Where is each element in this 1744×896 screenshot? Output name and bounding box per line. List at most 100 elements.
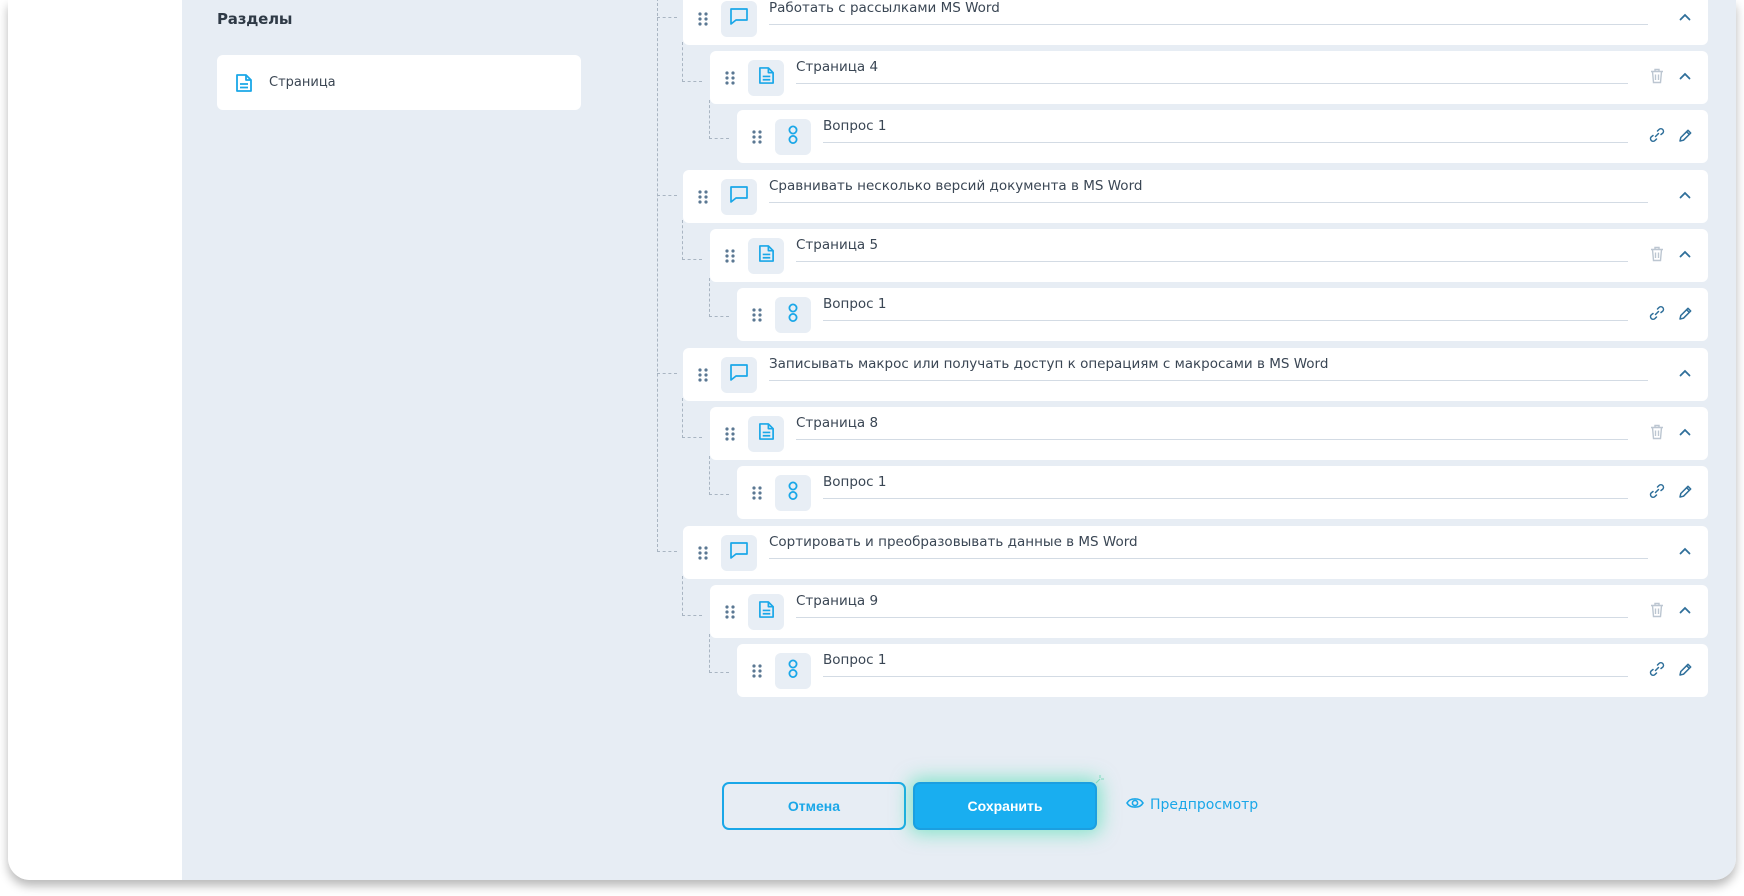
question-row[interactable]: Вопрос 1 <box>737 466 1708 519</box>
pencil-icon[interactable] <box>1676 660 1694 678</box>
question-title[interactable]: Вопрос 1 <box>823 295 1628 321</box>
row-actions <box>1648 304 1694 322</box>
question-type-badge <box>775 118 811 155</box>
cancel-button[interactable]: Отмена <box>722 782 906 830</box>
document-icon <box>758 422 775 445</box>
topic-title[interactable]: Сортировать и преобразовывать данные в M… <box>769 533 1648 559</box>
drag-handle-icon[interactable] <box>749 485 765 501</box>
comment-icon <box>729 363 749 386</box>
page-type-badge <box>748 237 784 274</box>
drag-handle-icon[interactable] <box>722 70 738 86</box>
tree-connector <box>682 42 702 82</box>
row-actions <box>1648 423 1694 441</box>
topic-row[interactable]: Работать с рассылками MS Word <box>683 0 1708 45</box>
topic-row[interactable]: Сортировать и преобразовывать данные в M… <box>683 526 1708 579</box>
drag-handle-icon[interactable] <box>695 11 711 27</box>
page-title[interactable]: Страница 4 <box>796 58 1628 84</box>
chevron-up-icon[interactable] <box>1676 186 1694 204</box>
tree-connector <box>657 551 677 552</box>
tree-connector <box>709 278 729 317</box>
question-row[interactable]: Вопрос 1 <box>737 110 1708 163</box>
row-actions <box>1676 364 1694 382</box>
topic-title[interactable]: Записывать макрос или получать доступ к … <box>769 355 1648 381</box>
question-row[interactable]: Вопрос 1 <box>737 288 1708 341</box>
question-title[interactable]: Вопрос 1 <box>823 651 1628 677</box>
content-tree: Работать с рассылками MS Word Страница 4 В… <box>182 0 1736 880</box>
page-row[interactable]: Страница 9 <box>710 585 1708 638</box>
pencil-icon[interactable] <box>1676 482 1694 500</box>
page-row[interactable]: Страница 5 <box>710 229 1708 282</box>
tree-connector <box>709 634 729 673</box>
trash-icon[interactable] <box>1648 601 1666 619</box>
drag-handle-icon[interactable] <box>749 307 765 323</box>
row-actions <box>1648 126 1694 144</box>
topic-type-badge <box>721 356 757 393</box>
link-icon[interactable] <box>1648 660 1666 678</box>
chevron-up-icon[interactable] <box>1676 542 1694 560</box>
topic-type-badge <box>721 178 757 215</box>
eye-icon <box>1126 796 1144 814</box>
link-icon[interactable] <box>1648 126 1666 144</box>
trash-icon[interactable] <box>1648 245 1666 263</box>
trash-icon[interactable] <box>1648 67 1666 85</box>
chevron-up-icon[interactable] <box>1676 423 1694 441</box>
question-type-badge <box>775 652 811 689</box>
row-actions <box>1676 8 1694 26</box>
chevron-up-icon[interactable] <box>1676 364 1694 382</box>
drag-handle-icon[interactable] <box>695 367 711 383</box>
pencil-icon[interactable] <box>1676 304 1694 322</box>
app-window: Разделы Страница Работать с рассылками M… <box>8 0 1736 880</box>
save-button[interactable]: Сохранить <box>913 782 1097 830</box>
page-title[interactable]: Страница 5 <box>796 236 1628 262</box>
row-actions <box>1648 601 1694 619</box>
tree-connector <box>682 576 702 616</box>
pencil-icon[interactable] <box>1676 126 1694 144</box>
preview-label: Предпросмотр <box>1150 797 1259 813</box>
topic-row[interactable]: Записывать макрос или получать доступ к … <box>683 348 1708 401</box>
trash-icon[interactable] <box>1648 423 1666 441</box>
comment-icon <box>729 7 749 30</box>
page-row[interactable]: Страница 4 <box>710 51 1708 104</box>
question-title[interactable]: Вопрос 1 <box>823 473 1628 499</box>
drag-handle-icon[interactable] <box>722 426 738 442</box>
tree-connector <box>709 100 729 139</box>
question-icon <box>787 480 799 506</box>
link-icon[interactable] <box>1648 482 1666 500</box>
topic-title[interactable]: Работать с рассылками MS Word <box>769 0 1648 25</box>
topic-type-badge <box>721 534 757 571</box>
left-strip <box>8 0 182 880</box>
document-icon <box>758 244 775 267</box>
drag-handle-icon[interactable] <box>695 545 711 561</box>
topic-title[interactable]: Сравнивать несколько версий документа в … <box>769 177 1648 203</box>
row-actions <box>1676 186 1694 204</box>
question-icon <box>787 658 799 684</box>
drag-handle-icon[interactable] <box>749 663 765 679</box>
drag-handle-icon[interactable] <box>695 189 711 205</box>
page-title[interactable]: Страница 9 <box>796 592 1628 618</box>
drag-handle-icon[interactable] <box>722 604 738 620</box>
chevron-up-icon[interactable] <box>1676 8 1694 26</box>
question-icon <box>787 302 799 328</box>
question-title[interactable]: Вопрос 1 <box>823 117 1628 143</box>
tree-connector <box>657 0 658 552</box>
preview-button[interactable]: Предпросмотр <box>1126 796 1258 814</box>
topic-row[interactable]: Сравнивать несколько версий документа в … <box>683 170 1708 223</box>
tree-connector <box>657 373 677 374</box>
drag-handle-icon[interactable] <box>749 129 765 145</box>
drag-handle-icon[interactable] <box>722 248 738 264</box>
row-actions <box>1648 660 1694 678</box>
chevron-up-icon[interactable] <box>1676 67 1694 85</box>
document-icon <box>758 600 775 623</box>
main-content: Разделы Страница Работать с рассылками M… <box>182 0 1736 880</box>
topic-type-badge <box>721 0 757 37</box>
page-row[interactable]: Страница 8 <box>710 407 1708 460</box>
page-title[interactable]: Страница 8 <box>796 414 1628 440</box>
link-icon[interactable] <box>1648 304 1666 322</box>
chevron-up-icon[interactable] <box>1676 601 1694 619</box>
row-actions <box>1648 67 1694 85</box>
chevron-up-icon[interactable] <box>1676 245 1694 263</box>
question-row[interactable]: Вопрос 1 <box>737 644 1708 697</box>
sparkle-icon <box>1095 775 1104 784</box>
tree-connector <box>657 17 677 18</box>
question-type-badge <box>775 296 811 333</box>
